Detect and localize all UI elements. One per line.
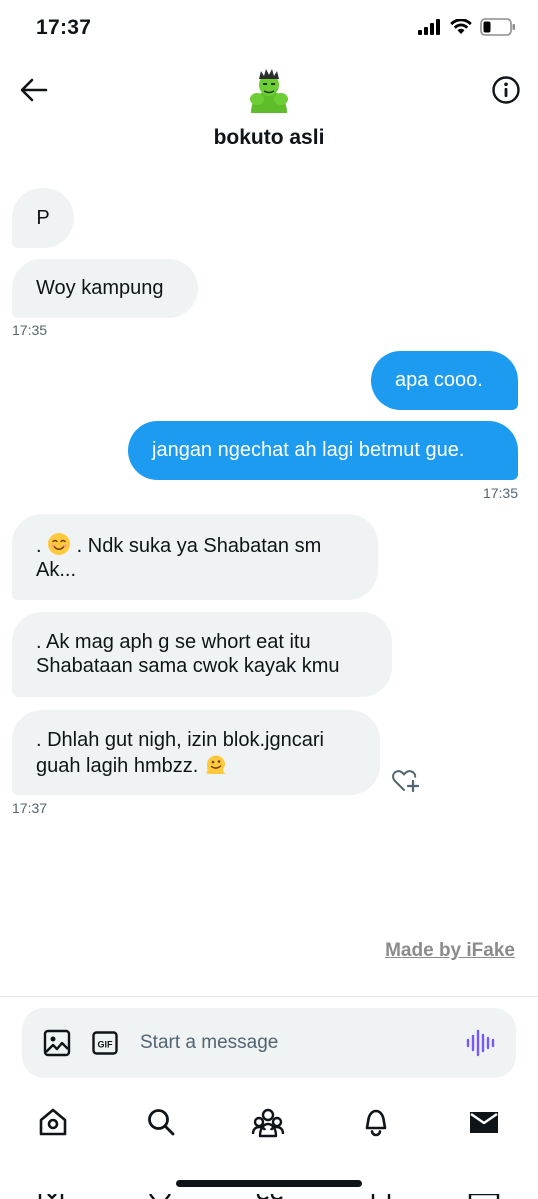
- reflected-tab-bar: [0, 1190, 538, 1199]
- reflection-icons: [38, 1192, 500, 1199]
- conversation-header: bokuto asli: [0, 60, 538, 170]
- communities-icon: [251, 1108, 285, 1138]
- contact-name[interactable]: bokuto asli: [0, 126, 538, 150]
- message-text: Ak...: [36, 559, 77, 581]
- message-text: P: [36, 207, 50, 229]
- tab-notifications[interactable]: [356, 1102, 396, 1142]
- add-reaction-icon[interactable]: [390, 764, 422, 796]
- message-text: .: [36, 535, 48, 557]
- message-bubble-outgoing[interactable]: jangan ngechat ah lagi betmut gue.: [128, 421, 518, 480]
- search-icon: [148, 1109, 175, 1136]
- battery-icon: [480, 18, 515, 36]
- melting-face-emoji: [206, 755, 226, 774]
- message-timestamp: 17:37: [12, 800, 48, 816]
- cellular-signal-icon: [418, 19, 440, 35]
- image-icon[interactable]: [42, 1028, 72, 1058]
- message-bubble-incoming[interactable]: . Dhlah gut nigh, izin blok.jgncari guah…: [12, 710, 380, 795]
- gif-icon: GIF: [92, 1031, 118, 1055]
- wifi-icon: [450, 19, 472, 34]
- message-text: Woy kampung: [36, 277, 164, 299]
- message-text-line: . . Ndk suka ya Shabatan sm: [36, 532, 354, 558]
- voice-message-icon[interactable]: [464, 1026, 498, 1060]
- composer-divider: [0, 996, 538, 997]
- message-composer: GIF: [22, 1008, 516, 1078]
- gif-label: GIF: [98, 1040, 114, 1050]
- message-timestamp: 17:35: [12, 322, 48, 338]
- status-bar: 17:37: [0, 0, 538, 60]
- message-text: . Ak mag aph g se whort eat itu: [36, 631, 311, 653]
- gif-button[interactable]: GIF: [92, 1030, 118, 1056]
- watermark-link[interactable]: Made by iFake: [385, 940, 515, 962]
- message-bubble-incoming[interactable]: . Ak mag aph g se whort eat itu Shabataa…: [12, 612, 392, 697]
- message-text: . Dhlah gut nigh, izin blok.jgncari: [36, 729, 324, 751]
- message-bubble-outgoing[interactable]: apa cooo.: [371, 351, 518, 410]
- status-icons: [418, 18, 516, 36]
- smiling-face-emoji: [48, 533, 71, 555]
- message-input[interactable]: [140, 1022, 440, 1064]
- tab-communities[interactable]: [248, 1102, 288, 1142]
- message-text-line: guah lagih hmbzz.: [36, 752, 356, 778]
- message-bubble-incoming[interactable]: Woy kampung: [12, 259, 198, 318]
- tab-messages[interactable]: [464, 1102, 504, 1142]
- notifications-icon: [365, 1109, 387, 1137]
- arrow-left-icon: [20, 78, 48, 102]
- message-bubble-incoming[interactable]: P: [12, 188, 74, 248]
- home-icon: [39, 1108, 67, 1136]
- back-button[interactable]: [18, 74, 50, 106]
- contact-avatar[interactable]: [245, 67, 293, 117]
- message-text: apa cooo.: [395, 369, 483, 391]
- message-bubble-incoming[interactable]: . . Ndk suka ya Shabatan sm Ak...: [12, 514, 378, 600]
- messages-icon: [470, 1112, 498, 1133]
- tab-home[interactable]: [33, 1102, 73, 1142]
- message-text: jangan ngechat ah lagi betmut gue.: [152, 439, 465, 461]
- tab-search[interactable]: [141, 1102, 181, 1142]
- message-text: guah lagih hmbzz.: [36, 755, 204, 777]
- message-text: . Ndk suka ya Shabatan sm: [71, 535, 322, 557]
- bottom-tab-bar: [0, 1094, 538, 1150]
- info-icon: [492, 76, 520, 104]
- conversation-info-button[interactable]: [490, 74, 522, 106]
- status-time: 17:37: [36, 16, 92, 39]
- message-timestamp: 17:35: [482, 485, 518, 501]
- home-indicator[interactable]: [176, 1180, 362, 1187]
- message-text: Shabataan sama cwok kayak kmu: [36, 655, 340, 677]
